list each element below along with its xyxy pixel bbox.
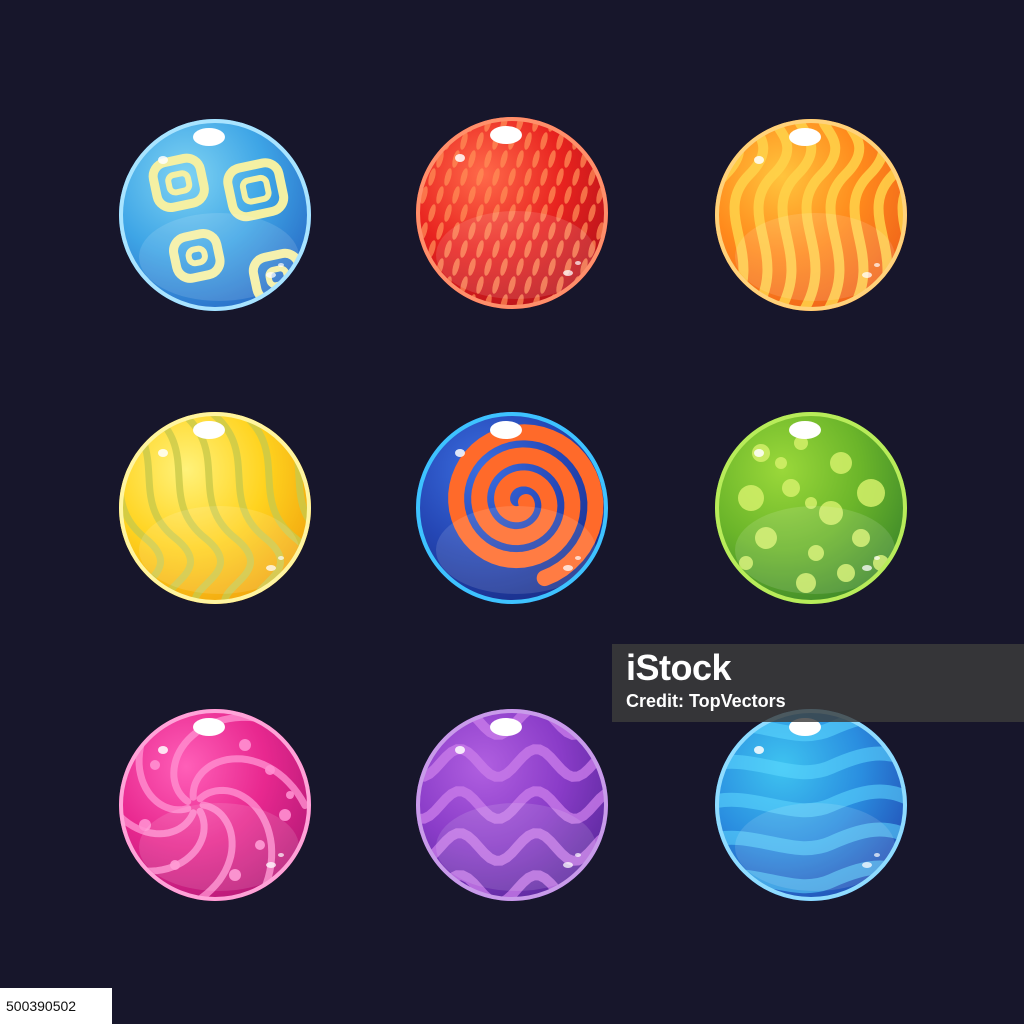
orb-sparkle: [862, 565, 872, 571]
orb-sparkle: [575, 556, 581, 560]
orb-sparkle: [874, 263, 880, 267]
orb-sparkle: [575, 261, 581, 265]
orb-sparkle: [266, 565, 276, 571]
orb-sparkle: [874, 556, 880, 560]
orb-sparkle: [278, 556, 284, 560]
orb-highlight: [193, 718, 225, 736]
image-id-text: 500390502: [6, 998, 77, 1014]
orb-sparkle: [754, 746, 764, 754]
orb-grid: [0, 0, 1024, 1024]
orb-highlight: [490, 126, 522, 144]
orb-highlight: [193, 128, 225, 146]
orb-sparkle: [158, 449, 168, 457]
watermark-brand: iStock: [626, 647, 732, 688]
blue-spiral-orb: [416, 412, 608, 604]
orb-sparkle: [862, 862, 872, 868]
orb-sparkle: [754, 449, 764, 457]
orb-highlight: [193, 421, 225, 439]
orb-sparkle: [455, 449, 465, 457]
orb-sparkle: [862, 272, 872, 278]
orb-sparkle: [575, 853, 581, 857]
orb-sparkle: [266, 272, 276, 278]
orb-sparkle: [266, 862, 276, 868]
image-id-badge: 500390502: [0, 988, 112, 1024]
watermark-credit: Credit: TopVectors: [626, 691, 786, 711]
orb-highlight: [490, 421, 522, 439]
orb-sparkle: [278, 853, 284, 857]
watermark-banner: iStock Credit: TopVectors: [612, 644, 1024, 722]
orb-sparkle: [455, 746, 465, 754]
orb-sparkle: [158, 746, 168, 754]
orb-sparkle: [874, 853, 880, 857]
blue-swirl-orb: [119, 119, 311, 311]
orb-highlight: [789, 128, 821, 146]
orb-sparkle: [754, 156, 764, 164]
orb-highlight: [490, 718, 522, 736]
orb-sparkle: [278, 263, 284, 267]
orb-sparkle: [563, 862, 573, 868]
green-dotted-orb: [715, 412, 907, 604]
orb-sparkle: [563, 270, 573, 276]
orb-highlight: [789, 421, 821, 439]
orb-sparkle: [158, 156, 168, 164]
orb-sparkle: [563, 565, 573, 571]
orb-sparkle: [455, 154, 465, 162]
